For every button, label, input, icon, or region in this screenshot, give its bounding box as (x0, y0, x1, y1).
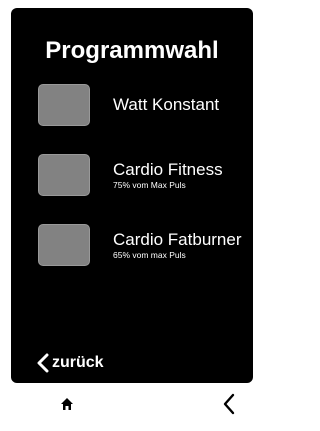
chevron-left-icon (37, 353, 49, 373)
device-screen: Programmwahl Watt Konstant Cardio Fitnes… (11, 8, 253, 383)
back-link[interactable]: zurück (37, 352, 104, 374)
nav-back-button[interactable] (211, 386, 247, 422)
program-subtitle: 65% vom max Puls (113, 250, 186, 260)
program-item-cardio-fatburner[interactable]: Cardio Fatburner 65% vom max Puls (38, 222, 253, 268)
program-tile[interactable] (38, 84, 90, 126)
page-title: Programmwahl (45, 37, 219, 64)
back-link-label: zurück (52, 354, 104, 371)
program-title: Watt Konstant (113, 95, 220, 114)
chevron-left-icon (222, 392, 236, 416)
program-item-watt-konstant[interactable]: Watt Konstant (38, 82, 253, 128)
program-tile[interactable] (38, 224, 90, 266)
program-subtitle: 75% vom Max Puls (113, 180, 186, 190)
navigation-bar (11, 386, 253, 422)
home-icon (60, 397, 74, 411)
program-title: Cardio Fatburner (113, 230, 242, 249)
program-tile[interactable] (38, 154, 90, 196)
program-title: Cardio Fitness (113, 160, 223, 179)
home-button[interactable] (49, 386, 85, 422)
program-item-cardio-fitness[interactable]: Cardio Fitness 75% vom Max Puls (38, 152, 253, 198)
